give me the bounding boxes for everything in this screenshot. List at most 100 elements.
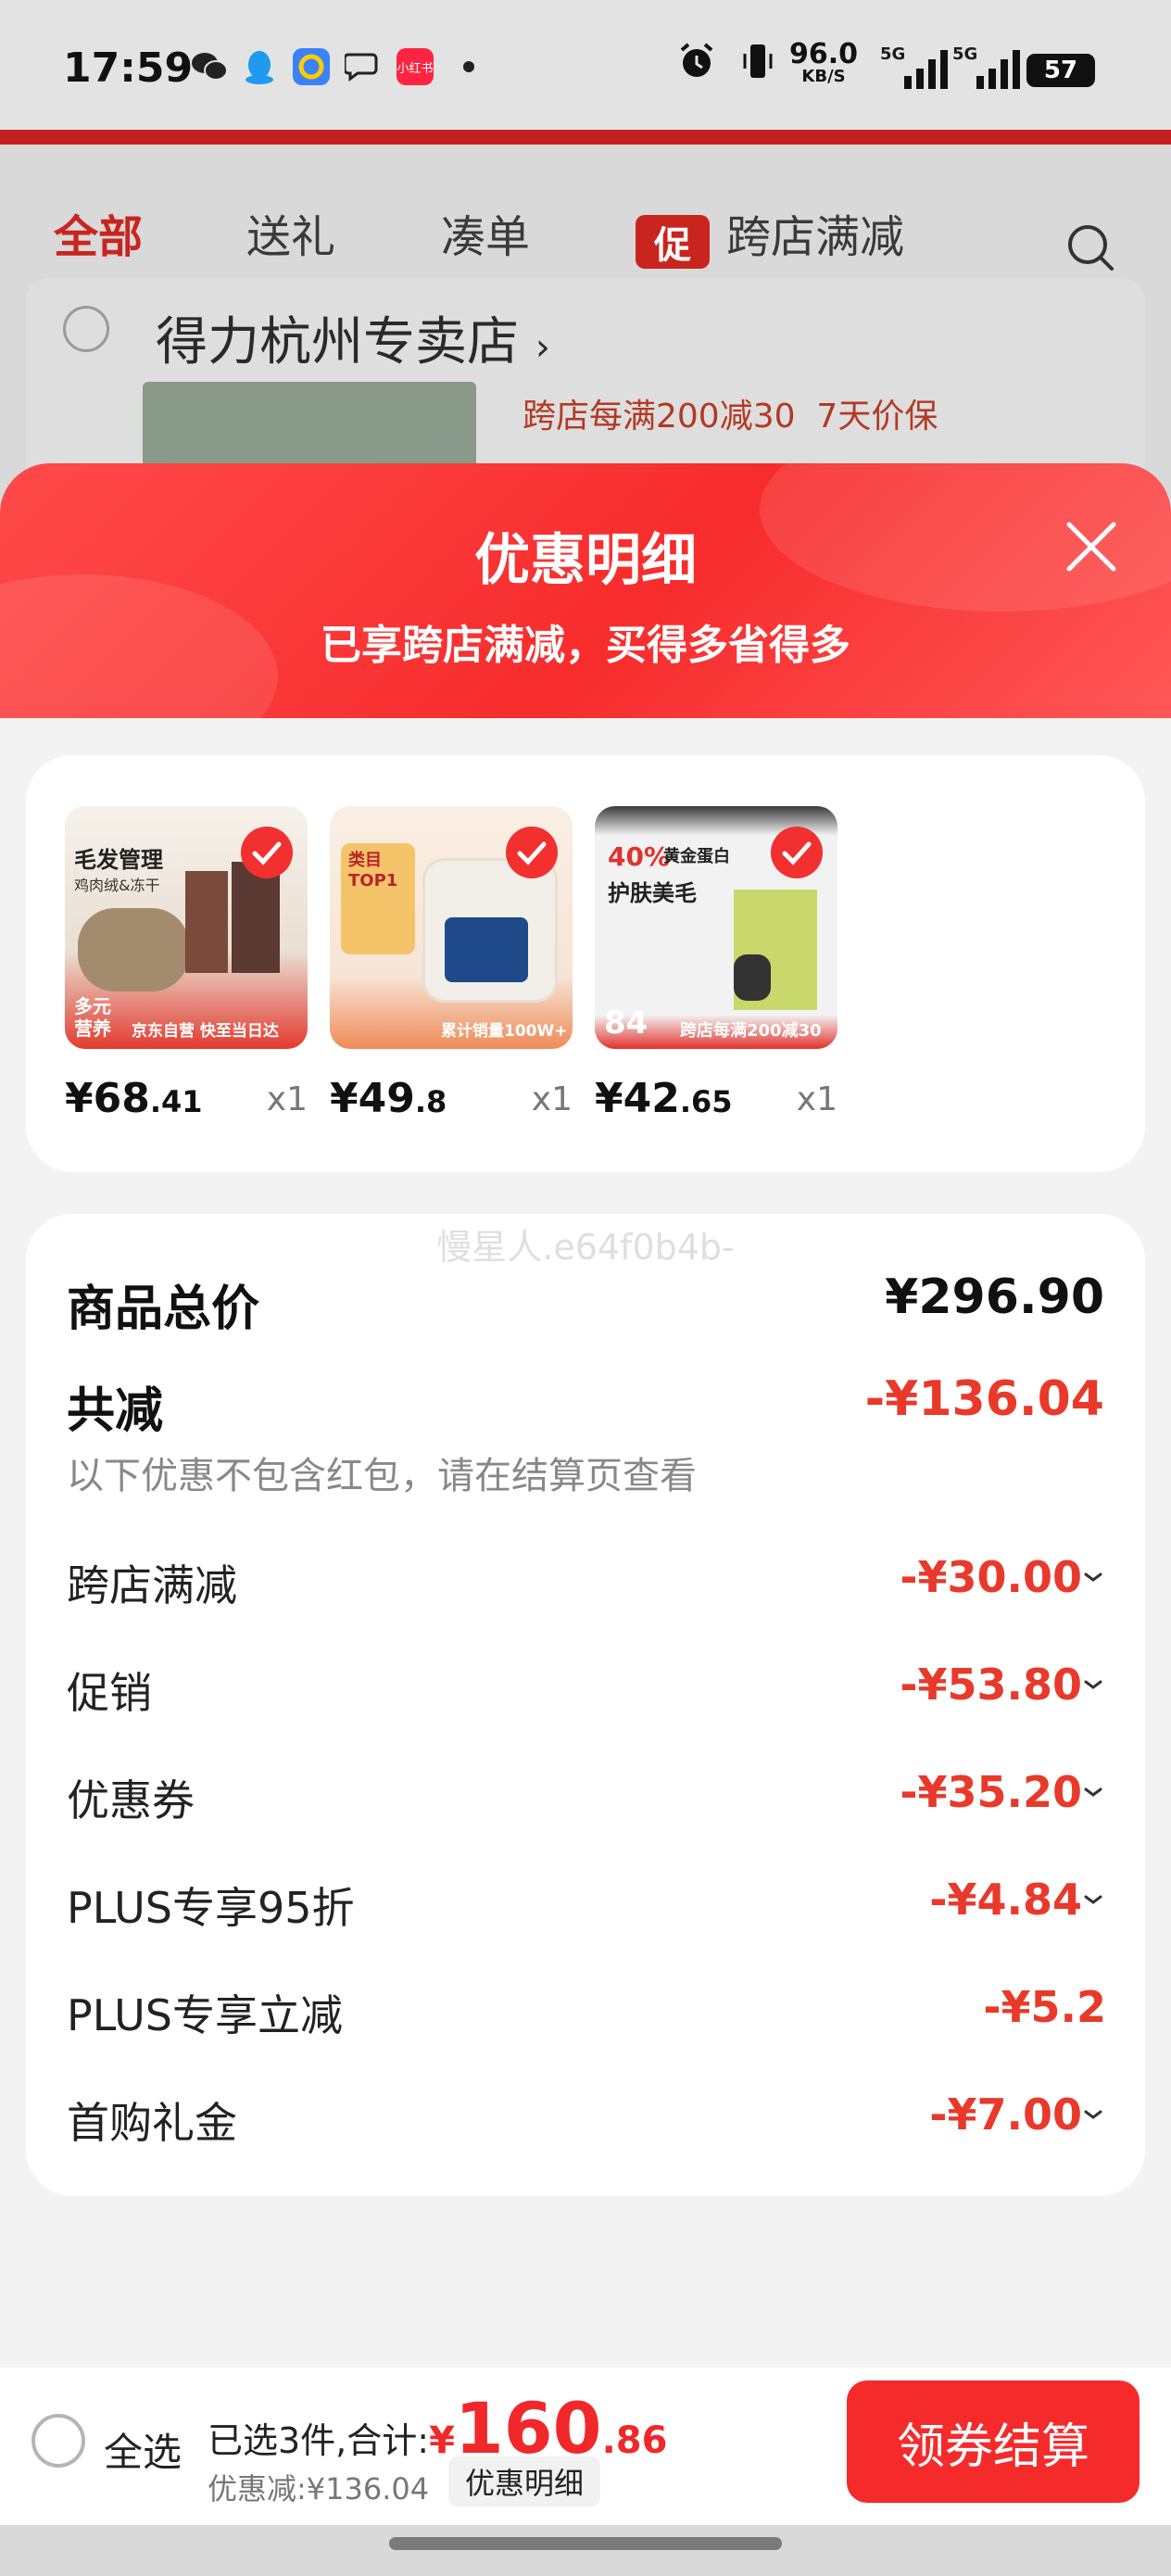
tab-cross-store-discount[interactable]: 跨店满减 xyxy=(726,200,904,265)
chat-bubble-icon xyxy=(345,48,382,85)
product-image-text: 毛发管理 xyxy=(74,847,163,873)
net-speed-value: 96.0 xyxy=(789,38,859,70)
xiaohongshu-label: 小红书 xyxy=(397,61,434,76)
product-image-text: 护肤美毛 xyxy=(608,880,697,906)
chevron-down-icon[interactable] xyxy=(1082,1566,1104,1588)
chevron-down-icon[interactable] xyxy=(1082,2103,1104,2126)
total-label: 商品总价 xyxy=(67,1282,260,1337)
select-all-radio[interactable] xyxy=(31,2414,85,2468)
store-promo-text: 跨店每满200减30 xyxy=(523,398,796,436)
product-image-text: TOP1 xyxy=(348,871,398,890)
product-image-text: 累计销量100W+ xyxy=(441,1022,568,1041)
chevron-right-icon: › xyxy=(535,326,550,369)
reduce-value: -¥136.04 xyxy=(864,1371,1104,1427)
product-price: ¥49.8 xyxy=(330,1075,447,1122)
product-qty: x1 xyxy=(531,1080,573,1118)
price-protect-text: 7天价保 xyxy=(816,398,938,436)
chevron-down-icon[interactable] xyxy=(1082,1888,1104,1911)
status-bar: 17:59 小红书 96.0 KB/S 5G 5G 57 xyxy=(0,0,1171,130)
store-select-radio[interactable] xyxy=(63,306,109,352)
total-dec: .86 xyxy=(601,2419,668,2462)
wechat-icon xyxy=(191,48,228,85)
product-image: 毛发管理 鸡肉绒&冻干 多元 营养 京东自营 快至当日达 xyxy=(65,806,308,1049)
selected-summary: 已选3件,合计:¥160.86 xyxy=(208,2393,668,2464)
net-speed-unit: KB/S xyxy=(801,67,846,86)
total-value: ¥296.90 xyxy=(885,1269,1104,1325)
alarm-icon xyxy=(676,41,717,89)
product-image-text: 营养 xyxy=(74,1017,111,1040)
product-item[interactable]: 毛发管理 鸡肉绒&冻干 多元 营养 京东自营 快至当日达 ¥68.41 x1 xyxy=(65,806,308,1122)
net-speed: 96.0 KB/S xyxy=(789,41,858,85)
price-dec: .41 xyxy=(149,1084,203,1119)
chevron-down-icon[interactable] xyxy=(1082,1673,1104,1696)
vibrate-icon xyxy=(741,41,774,89)
price-int: ¥42 xyxy=(595,1075,680,1122)
discount-row-label: PLUS专享立减 xyxy=(67,1990,343,2040)
discount-detail-button[interactable]: 优惠明细 xyxy=(448,2456,601,2507)
discount-row-value: -¥7.00 xyxy=(929,2090,1082,2140)
product-photo xyxy=(232,862,280,973)
discount-row-value: -¥5.2 xyxy=(983,1982,1106,2032)
search-icon[interactable] xyxy=(1065,222,1117,278)
check-icon[interactable] xyxy=(241,827,293,878)
home-indicator[interactable] xyxy=(389,2537,782,2550)
sheet-subtitle: 已享跨店满减，买得多省得多 xyxy=(321,622,850,669)
qq-icon xyxy=(241,48,278,85)
price-dec: .8 xyxy=(414,1084,447,1119)
select-all-label[interactable]: 全选 xyxy=(104,2421,182,2478)
product-price: ¥68.41 xyxy=(65,1075,203,1122)
store-name-text: 得力杭州专卖店 xyxy=(156,312,519,373)
product-image-text: 跨店每满200减30 xyxy=(680,1021,822,1041)
signal-bars-1-icon xyxy=(904,50,948,89)
signal-label-1: 5G xyxy=(880,44,906,64)
reduce-label: 共减 xyxy=(67,1383,164,1439)
check-icon[interactable] xyxy=(771,827,823,878)
cart-tabs: 全部 送礼 凑单 促 跨店满减 xyxy=(0,167,1171,271)
product-image-text: 类目 xyxy=(348,851,382,870)
product-image-text: 40% xyxy=(608,841,671,872)
discount-row-value: -¥35.20 xyxy=(900,1767,1082,1817)
discount-note: 以下优惠不包含红包，请在结算页查看 xyxy=(67,1455,697,1497)
product-item[interactable]: 40% 黄金蛋白 护肤美毛 84 跨店每满200减30 ¥42.65 x1 xyxy=(595,806,837,1122)
signal-label-2: 5G xyxy=(952,44,978,64)
price-dec: .65 xyxy=(679,1084,733,1119)
checkout-bar: 全选 已选3件,合计:¥160.86 优惠减:¥136.04 优惠明细 领券结算 xyxy=(0,2368,1171,2525)
discount-row-label: PLUS专享95折 xyxy=(67,1883,355,1933)
discount-row-value: -¥4.84 xyxy=(929,1875,1082,1925)
store-name[interactable]: 得力杭州专卖店 › xyxy=(156,300,550,375)
product-item[interactable]: 类目 TOP1 累计销量100W+ ¥49.8 x1 xyxy=(330,806,573,1122)
product-photo xyxy=(185,871,228,973)
tab-all[interactable]: 全部 xyxy=(54,200,143,265)
tab-add-on[interactable]: 凑单 xyxy=(441,200,530,265)
xiaohongshu-icon: 小红书 xyxy=(397,48,434,85)
discount-row-label: 跨店满减 xyxy=(67,1560,237,1610)
product-qty: x1 xyxy=(796,1080,837,1118)
product-image-text: 黄金蛋白 xyxy=(663,847,730,866)
chevron-down-icon[interactable] xyxy=(1082,1781,1104,1803)
product-label xyxy=(445,917,528,982)
discount-row-label: 促销 xyxy=(67,1668,152,1718)
product-photo xyxy=(734,954,771,1001)
checkout-button[interactable]: 领券结算 xyxy=(847,2380,1140,2503)
store-promo: 跨店每满200减30 7天价保 xyxy=(523,389,938,437)
top-accent-line xyxy=(0,130,1171,145)
watermark: 慢星人.e64f0b4b- xyxy=(436,1227,735,1268)
selected-count-text: 已选3件,合计: xyxy=(208,2420,430,2461)
selected-products-card: 毛发管理 鸡肉绒&冻干 多元 营养 京东自营 快至当日达 ¥68.41 x1 类… xyxy=(26,755,1145,1172)
discount-row-value: -¥53.80 xyxy=(900,1660,1082,1710)
product-image-badge: 类目 TOP1 xyxy=(348,851,397,891)
promo-badge: 促 xyxy=(636,215,710,269)
discount-row-value: -¥30.00 xyxy=(900,1552,1082,1602)
product-image-text: 多元 xyxy=(74,995,111,1017)
tab-gift[interactable]: 送礼 xyxy=(246,200,335,265)
check-icon[interactable] xyxy=(506,827,558,878)
browser-icon xyxy=(293,48,330,85)
discount-row-label: 优惠券 xyxy=(67,1775,195,1825)
clock: 17:59 xyxy=(63,44,194,92)
product-image-text: 鸡肉绒&冻干 xyxy=(74,877,160,894)
price-int: ¥68 xyxy=(65,1075,150,1122)
total-currency: ¥ xyxy=(429,2419,455,2462)
product-image: 40% 黄金蛋白 护肤美毛 84 跨店每满200减30 xyxy=(595,806,837,1049)
close-icon[interactable] xyxy=(1064,519,1119,575)
product-image-text: 京东自营 快至当日达 xyxy=(132,1022,279,1041)
